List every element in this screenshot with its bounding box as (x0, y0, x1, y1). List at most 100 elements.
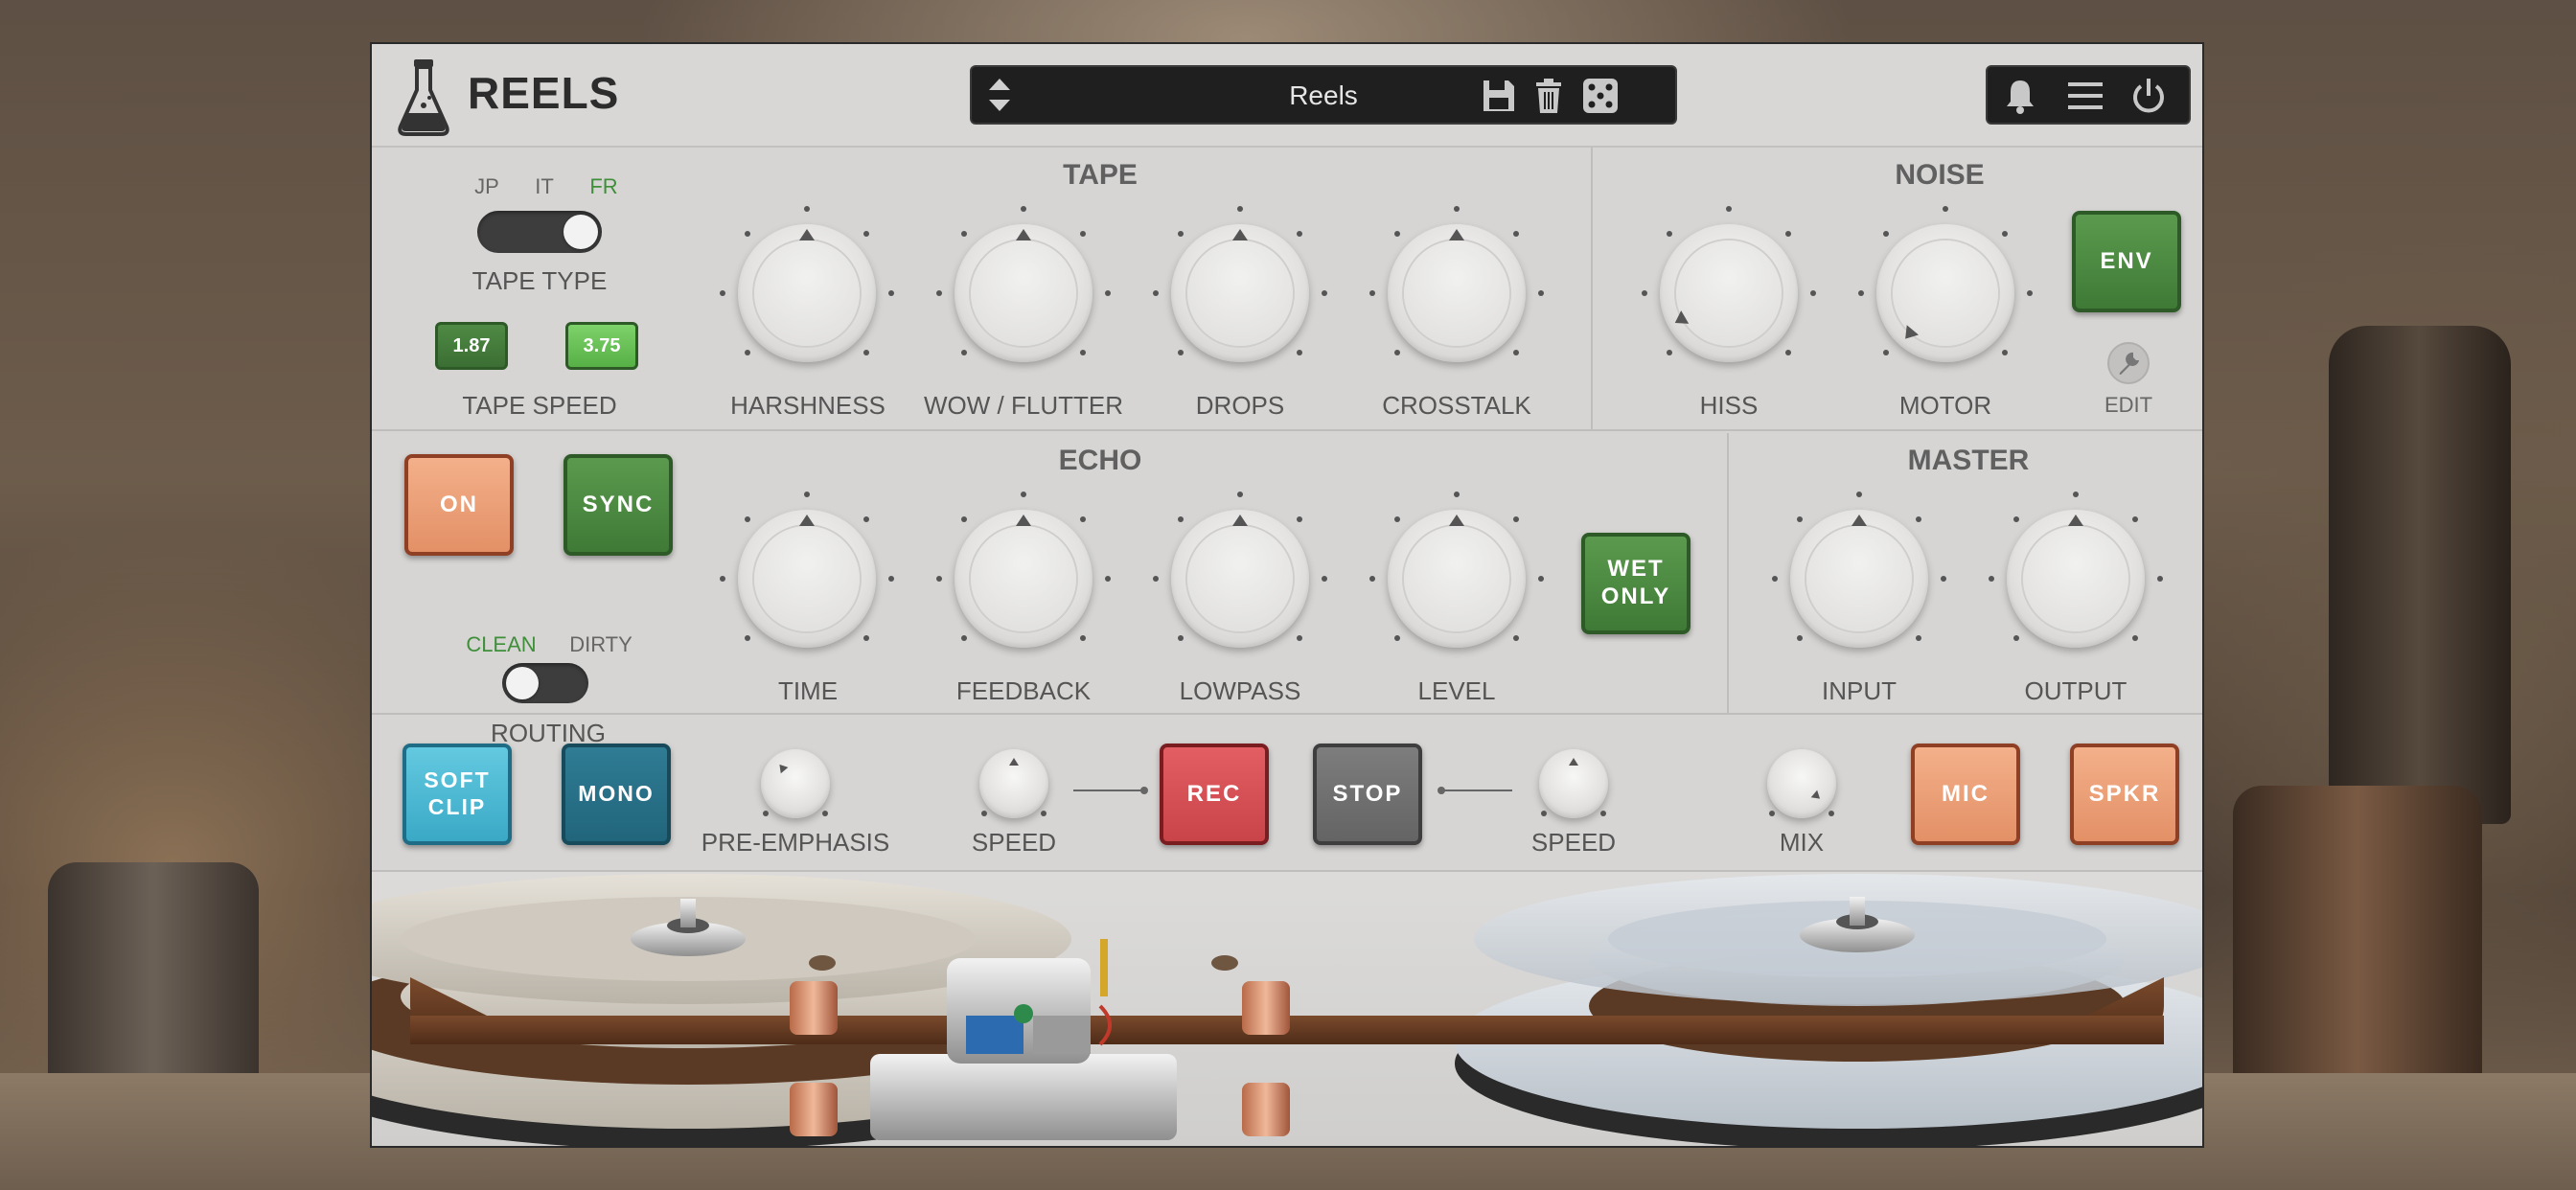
output-knob[interactable] (1988, 491, 2164, 667)
pre-emphasis-knob[interactable] (751, 740, 840, 828)
time-knob[interactable] (719, 491, 895, 667)
wow-flutter-knob[interactable] (935, 205, 1112, 381)
knob-tick (1785, 230, 1792, 237)
knob-tick (1666, 350, 1672, 356)
knob-tick (863, 350, 870, 356)
knob-tick (1322, 290, 1328, 296)
mix-knob[interactable] (1758, 740, 1846, 828)
tape-speed-3-75-button[interactable]: 3.75 (565, 322, 638, 370)
wrench-icon[interactable] (2106, 341, 2150, 385)
wet-only-button[interactable]: WET ONLY (1581, 533, 1690, 634)
soft-clip-button[interactable]: SOFT CLIP (402, 744, 512, 845)
spkr-button[interactable]: SPKR (2070, 744, 2179, 845)
knob-pointer (799, 514, 815, 526)
feedback-knob[interactable] (935, 491, 1112, 667)
tape-speed-1-87-button[interactable]: 1.87 (435, 322, 508, 370)
mono-button[interactable]: MONO (562, 744, 671, 845)
speed-right-knob[interactable] (1530, 740, 1618, 828)
knob-tick (1105, 576, 1112, 582)
drops-label: DROPS (1195, 391, 1285, 420)
knob-tick (2073, 491, 2079, 497)
knob-tick (1454, 205, 1460, 212)
knob-tick (1368, 576, 1375, 582)
knob-cap (1403, 240, 1510, 347)
knob-tick (1105, 290, 1112, 296)
trash-icon[interactable] (1528, 75, 1570, 117)
routing-option-dirty[interactable]: DIRTY (558, 632, 644, 657)
harshness-label: HARSHNESS (730, 391, 886, 420)
pre-emphasis-label: PRE-EMPHASIS (701, 828, 890, 857)
knob-pointer (1569, 758, 1578, 767)
knob-dial (761, 749, 830, 818)
knob-tick (1796, 515, 1803, 522)
echo-on-button[interactable]: ON (404, 454, 514, 556)
knob-tick (1237, 491, 1243, 497)
hiss-knob[interactable] (1641, 205, 1817, 381)
knob-tick (1796, 635, 1803, 642)
knob-tick (1513, 635, 1520, 642)
knob-tick (762, 811, 769, 817)
crosstalk-label: CROSSTALK (1382, 391, 1531, 420)
speed-left-knob[interactable] (970, 740, 1058, 828)
knob-tick (1810, 290, 1817, 296)
flask-logo-icon (398, 59, 449, 136)
soft-clip-line-1: SOFT (424, 767, 491, 793)
edit-label: EDIT (2104, 393, 2153, 417)
knob-tick (1021, 205, 1026, 212)
bell-icon[interactable] (1999, 75, 2041, 117)
knob-tick (1322, 576, 1328, 582)
routing-option-clean[interactable]: CLEAN (458, 632, 544, 657)
lowpass-label: LOWPASS (1179, 676, 1301, 705)
harshness-knob[interactable] (719, 205, 895, 381)
routing-switch[interactable] (502, 663, 588, 703)
master-section-title: MASTER (1907, 445, 2030, 476)
mix-label: MIX (1779, 828, 1825, 857)
preset-bar: Reels (970, 65, 1677, 125)
knob-tick (1080, 515, 1087, 522)
power-icon[interactable] (2128, 75, 2170, 117)
tape-type-option-fr[interactable]: FR (585, 174, 623, 199)
background-bottle (2329, 326, 2511, 824)
knob-tick (1393, 635, 1400, 642)
stop-button[interactable]: STOP (1313, 744, 1422, 845)
knob-tick (1785, 350, 1792, 356)
knob-tick (1538, 290, 1545, 296)
knob-pointer (1232, 228, 1248, 240)
level-knob[interactable] (1368, 491, 1545, 667)
rec-button[interactable]: REC (1160, 744, 1269, 845)
knob-tick (935, 576, 942, 582)
soft-clip-line-2: CLIP (427, 794, 487, 819)
knob-cap (1186, 240, 1294, 347)
knob-tick (1916, 515, 1922, 522)
speed-left-link-line (1073, 790, 1144, 791)
knob-tick (1916, 635, 1922, 642)
knob-tick (1943, 205, 1948, 212)
knob-tick (804, 205, 810, 212)
env-button[interactable]: ENV (2072, 211, 2181, 312)
tape-type-option-jp[interactable]: JP (468, 174, 506, 199)
knob-pointer (1449, 514, 1464, 526)
crosstalk-knob[interactable] (1368, 205, 1545, 381)
knob-cap (753, 525, 861, 632)
tape-type-switch[interactable] (477, 211, 602, 253)
menu-icon[interactable] (2064, 75, 2106, 117)
tape-type-option-it[interactable]: IT (525, 174, 564, 199)
knob-tick (1393, 230, 1400, 237)
echo-sync-button[interactable]: SYNC (564, 454, 673, 556)
random-dice-icon[interactable] (1579, 75, 1622, 117)
save-icon[interactable] (1478, 75, 1520, 117)
knob-pointer (1852, 514, 1867, 526)
knob-dial (1767, 749, 1836, 818)
knob-pointer (2068, 514, 2083, 526)
motor-knob[interactable] (1857, 205, 2034, 381)
drops-knob[interactable] (1152, 205, 1328, 381)
system-bar (1986, 65, 2191, 125)
mic-button[interactable]: MIC (1911, 744, 2020, 845)
motor-label: MOTOR (1898, 391, 1992, 420)
knob-cap (1403, 525, 1510, 632)
knob-tick (1768, 811, 1775, 817)
knob-tick (2027, 290, 2034, 296)
knob-tick (2002, 350, 2009, 356)
lowpass-knob[interactable] (1152, 491, 1328, 667)
input-knob[interactable] (1771, 491, 1947, 667)
